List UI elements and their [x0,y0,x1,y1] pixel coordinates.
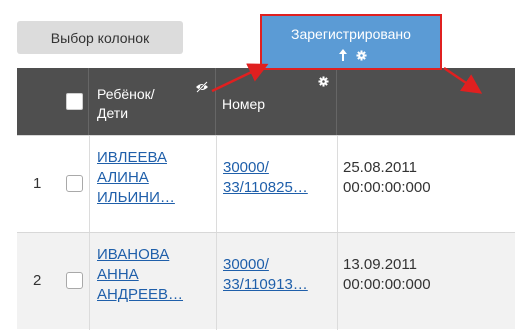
eye-slash-icon[interactable] [195,81,209,93]
child-name-line: АНДРЕЕВ… [97,286,184,303]
registered-date-cell: 13.09.2011 00:00:00:000 [343,255,431,295]
column-selector-button[interactable]: Выбор колонок [17,21,183,54]
column-divider [337,233,338,330]
column-divider [216,136,217,233]
column-header-number[interactable]: Номер [216,68,337,135]
table-row[interactable]: 1 ИВЛЕЕВА АЛИНА ИЛЬИНИ… 30000/ 33/110825… [17,135,515,233]
column-divider [89,136,90,233]
child-label-line2: Дети [97,105,129,121]
child-name-line: ИВАНОВА [97,246,170,263]
registration-number-link[interactable]: 30000/ 33/110825… [223,158,308,198]
child-name-link[interactable]: ИВАНОВА АННА АНДРЕЕВ… [97,245,183,305]
table-row[interactable]: 2 ИВАНОВА АННА АНДРЕЕВ… 30000/ 33/110913… [17,232,515,330]
gear-icon[interactable] [356,50,367,61]
child-name-line: АЛИНА [97,169,149,186]
column-header-icons [262,49,440,63]
column-header-registered-slot [337,68,515,135]
gear-icon[interactable] [318,76,329,87]
column-header-child[interactable]: Ребёнок/ Дети [89,68,216,135]
column-header-number-label: Номер [222,96,266,112]
number-line: 33/110825… [223,179,308,196]
registered-date-cell: 25.08.2011 00:00:00:000 [343,158,431,198]
number-line: 33/110913… [223,276,308,293]
dragged-column-header-registered[interactable]: Зарегистрировано [260,14,442,70]
row-number: 1 [33,175,42,192]
child-name-link[interactable]: ИВЛЕЕВА АЛИНА ИЛЬИНИ… [97,148,175,208]
number-line: 30000/ [223,159,269,176]
date-line: 25.08.2011 [343,159,417,176]
column-header-child-label: Ребёнок/ Дети [97,85,155,123]
row-checkbox[interactable] [66,272,83,289]
time-line: 00:00:00:000 [343,276,431,293]
column-divider [216,233,217,330]
column-divider [89,233,90,330]
registration-number-link[interactable]: 30000/ 33/110913… [223,255,308,295]
header-select-cell [17,68,89,135]
number-line: 30000/ [223,256,269,273]
time-line: 00:00:00:000 [343,179,431,196]
column-divider [337,136,338,233]
table-header: Ребёнок/ Дети Номер [17,68,515,135]
child-name-line: АННА [97,266,139,283]
select-all-checkbox[interactable] [66,93,83,110]
row-number: 2 [33,272,42,289]
row-checkbox[interactable] [66,175,83,192]
child-label-line1: Ребёнок/ [97,86,155,102]
child-name-line: ИЛЬИНИ… [97,189,175,206]
date-line: 13.09.2011 [343,256,417,273]
arrow-up-icon[interactable] [338,49,348,61]
dragged-column-label: Зарегистрировано [291,26,411,42]
data-table: Ребёнок/ Дети Номер 1 ИВЛЕЕВА АЛИНА ИЛЬИ… [17,68,515,330]
child-name-line: ИВЛЕЕВА [97,149,167,166]
